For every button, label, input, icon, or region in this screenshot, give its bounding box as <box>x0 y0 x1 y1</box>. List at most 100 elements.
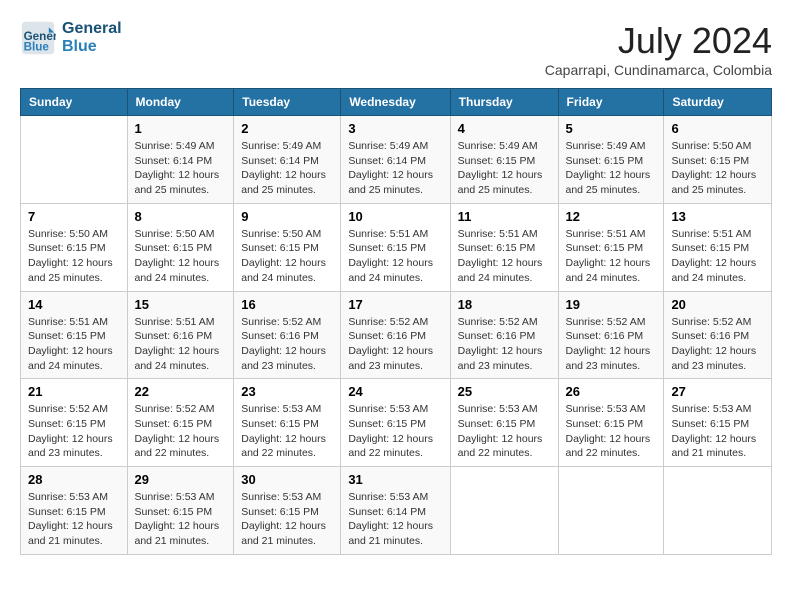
calendar-cell: 26 Sunrise: 5:53 AM Sunset: 6:15 PM Dayli… <box>558 379 664 467</box>
day-number: 31 <box>348 472 442 487</box>
calendar-cell: 1Sunrise: 5:49 AM Sunset: 6:14 PM Daylig… <box>127 116 234 204</box>
calendar-cell <box>664 467 772 555</box>
calendar-cell <box>21 116 128 204</box>
calendar-cell: 31 Sunrise: 5:53 AM Sunset: 6:14 PM Dayli… <box>341 467 450 555</box>
calendar-cell: 30 Sunrise: 5:53 AM Sunset: 6:15 PM Dayli… <box>234 467 341 555</box>
day-info: Sunrise: 5:53 AM Sunset: 6:14 PM Dayligh… <box>348 490 442 549</box>
title-area: July 2024 Caparrapi, Cundinamarca, Colom… <box>545 20 772 78</box>
day-info: Sunrise: 5:50 AM Sunset: 6:15 PM Dayligh… <box>28 227 120 286</box>
calendar-cell: 28 Sunrise: 5:53 AM Sunset: 6:15 PM Dayli… <box>21 467 128 555</box>
day-number: 9 <box>241 209 333 224</box>
day-info: Sunrise: 5:53 AM Sunset: 6:15 PM Dayligh… <box>241 402 333 461</box>
calendar-week-5: 28 Sunrise: 5:53 AM Sunset: 6:15 PM Dayli… <box>21 467 772 555</box>
header-saturday: Saturday <box>664 89 772 116</box>
header-thursday: Thursday <box>450 89 558 116</box>
day-info: Sunrise: 5:50 AM Sunset: 6:15 PM Dayligh… <box>135 227 227 286</box>
day-info: Sunrise: 5:51 AM Sunset: 6:15 PM Dayligh… <box>348 227 442 286</box>
day-info: Sunrise: 5:53 AM Sunset: 6:15 PM Dayligh… <box>135 490 227 549</box>
day-info: Sunrise: 5:52 AM Sunset: 6:16 PM Dayligh… <box>348 315 442 374</box>
calendar-week-4: 21 Sunrise: 5:52 AM Sunset: 6:15 PM Dayli… <box>21 379 772 467</box>
calendar-cell: 22 Sunrise: 5:52 AM Sunset: 6:15 PM Dayli… <box>127 379 234 467</box>
day-info: Sunrise: 5:51 AM Sunset: 6:15 PM Dayligh… <box>671 227 764 286</box>
day-number: 16 <box>241 297 333 312</box>
day-number: 14 <box>28 297 120 312</box>
calendar-cell: 27 Sunrise: 5:53 AM Sunset: 6:15 PM Dayli… <box>664 379 772 467</box>
day-number: 12 <box>566 209 657 224</box>
day-number: 2 <box>241 121 333 136</box>
day-info: Sunrise: 5:52 AM Sunset: 6:15 PM Dayligh… <box>28 402 120 461</box>
calendar-cell: 17 Sunrise: 5:52 AM Sunset: 6:16 PM Dayli… <box>341 291 450 379</box>
day-number: 11 <box>458 209 551 224</box>
day-number: 30 <box>241 472 333 487</box>
day-info: Sunrise: 5:52 AM Sunset: 6:15 PM Dayligh… <box>135 402 227 461</box>
calendar-cell: 10Sunrise: 5:51 AM Sunset: 6:15 PM Dayli… <box>341 203 450 291</box>
day-number: 25 <box>458 384 551 399</box>
calendar-cell <box>558 467 664 555</box>
day-number: 19 <box>566 297 657 312</box>
calendar-cell: 8Sunrise: 5:50 AM Sunset: 6:15 PM Daylig… <box>127 203 234 291</box>
day-number: 21 <box>28 384 120 399</box>
day-number: 27 <box>671 384 764 399</box>
day-number: 15 <box>135 297 227 312</box>
day-info: Sunrise: 5:53 AM Sunset: 6:15 PM Dayligh… <box>28 490 120 549</box>
day-info: Sunrise: 5:53 AM Sunset: 6:15 PM Dayligh… <box>241 490 333 549</box>
header-tuesday: Tuesday <box>234 89 341 116</box>
calendar-week-3: 14 Sunrise: 5:51 AM Sunset: 6:15 PM Dayli… <box>21 291 772 379</box>
calendar-cell: 9 Sunrise: 5:50 AM Sunset: 6:15 PM Daylig… <box>234 203 341 291</box>
day-number: 20 <box>671 297 764 312</box>
day-number: 17 <box>348 297 442 312</box>
logo-text-line2: Blue <box>62 38 122 56</box>
calendar-cell: 12Sunrise: 5:51 AM Sunset: 6:15 PM Dayli… <box>558 203 664 291</box>
calendar-cell: 24Sunrise: 5:53 AM Sunset: 6:15 PM Dayli… <box>341 379 450 467</box>
day-number: 24 <box>348 384 442 399</box>
day-info: Sunrise: 5:49 AM Sunset: 6:15 PM Dayligh… <box>458 139 551 198</box>
logo-text-line1: General <box>62 20 122 38</box>
calendar-cell: 19 Sunrise: 5:52 AM Sunset: 6:16 PM Dayli… <box>558 291 664 379</box>
header-friday: Friday <box>558 89 664 116</box>
day-number: 29 <box>135 472 227 487</box>
day-info: Sunrise: 5:52 AM Sunset: 6:16 PM Dayligh… <box>566 315 657 374</box>
day-info: Sunrise: 5:53 AM Sunset: 6:15 PM Dayligh… <box>458 402 551 461</box>
month-year-title: July 2024 <box>545 20 772 62</box>
calendar-cell: 29 Sunrise: 5:53 AM Sunset: 6:15 PM Dayli… <box>127 467 234 555</box>
calendar-cell: 2 Sunrise: 5:49 AM Sunset: 6:14 PM Daylig… <box>234 116 341 204</box>
calendar-table: SundayMondayTuesdayWednesdayThursdayFrid… <box>20 88 772 555</box>
calendar-cell: 14 Sunrise: 5:51 AM Sunset: 6:15 PM Dayli… <box>21 291 128 379</box>
day-info: Sunrise: 5:49 AM Sunset: 6:14 PM Dayligh… <box>135 139 227 198</box>
calendar-cell: 3Sunrise: 5:49 AM Sunset: 6:14 PM Daylig… <box>341 116 450 204</box>
logo: General Blue General Blue <box>20 20 122 56</box>
day-info: Sunrise: 5:52 AM Sunset: 6:16 PM Dayligh… <box>671 315 764 374</box>
day-info: Sunrise: 5:53 AM Sunset: 6:15 PM Dayligh… <box>671 402 764 461</box>
day-number: 5 <box>566 121 657 136</box>
calendar-cell <box>450 467 558 555</box>
day-number: 28 <box>28 472 120 487</box>
day-info: Sunrise: 5:49 AM Sunset: 6:14 PM Dayligh… <box>241 139 333 198</box>
day-info: Sunrise: 5:49 AM Sunset: 6:15 PM Dayligh… <box>566 139 657 198</box>
day-number: 23 <box>241 384 333 399</box>
calendar-cell: 16 Sunrise: 5:52 AM Sunset: 6:16 PM Dayli… <box>234 291 341 379</box>
calendar-cell: 25 Sunrise: 5:53 AM Sunset: 6:15 PM Dayli… <box>450 379 558 467</box>
calendar-cell: 6 Sunrise: 5:50 AM Sunset: 6:15 PM Daylig… <box>664 116 772 204</box>
header-wednesday: Wednesday <box>341 89 450 116</box>
day-info: Sunrise: 5:52 AM Sunset: 6:16 PM Dayligh… <box>241 315 333 374</box>
day-number: 7 <box>28 209 120 224</box>
day-info: Sunrise: 5:53 AM Sunset: 6:15 PM Dayligh… <box>566 402 657 461</box>
day-number: 26 <box>566 384 657 399</box>
calendar-cell: 13 Sunrise: 5:51 AM Sunset: 6:15 PM Dayli… <box>664 203 772 291</box>
day-info: Sunrise: 5:51 AM Sunset: 6:15 PM Dayligh… <box>28 315 120 374</box>
day-number: 6 <box>671 121 764 136</box>
day-info: Sunrise: 5:50 AM Sunset: 6:15 PM Dayligh… <box>671 139 764 198</box>
day-info: Sunrise: 5:51 AM Sunset: 6:16 PM Dayligh… <box>135 315 227 374</box>
calendar-cell: 18Sunrise: 5:52 AM Sunset: 6:16 PM Dayli… <box>450 291 558 379</box>
page-header: General Blue General Blue July 2024 Capa… <box>20 20 772 78</box>
calendar-cell: 23 Sunrise: 5:53 AM Sunset: 6:15 PM Dayli… <box>234 379 341 467</box>
calendar-cell: 20 Sunrise: 5:52 AM Sunset: 6:16 PM Dayli… <box>664 291 772 379</box>
day-info: Sunrise: 5:50 AM Sunset: 6:15 PM Dayligh… <box>241 227 333 286</box>
day-number: 22 <box>135 384 227 399</box>
day-number: 13 <box>671 209 764 224</box>
svg-text:Blue: Blue <box>24 41 50 54</box>
calendar-cell: 7 Sunrise: 5:50 AM Sunset: 6:15 PM Daylig… <box>21 203 128 291</box>
day-number: 4 <box>458 121 551 136</box>
header-sunday: Sunday <box>21 89 128 116</box>
logo-icon: General Blue <box>20 20 56 56</box>
